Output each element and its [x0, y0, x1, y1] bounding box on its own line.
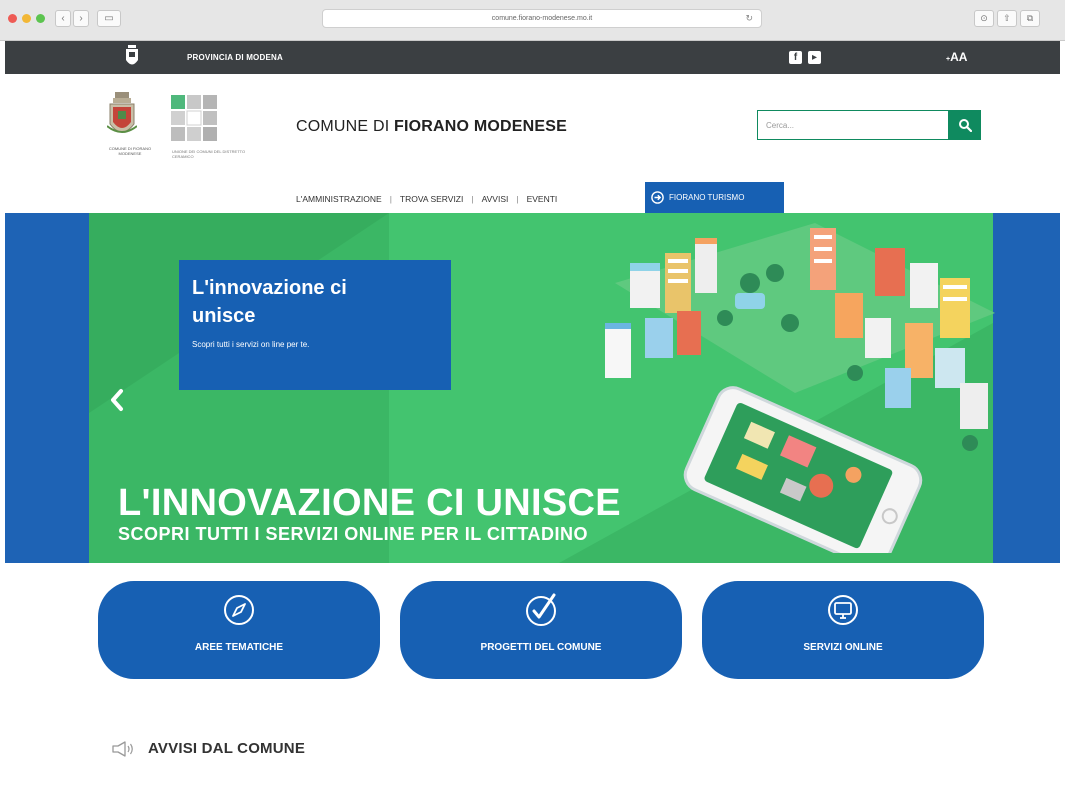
nav-fiorano-turismo-label: FIORANO TURISMO — [669, 193, 745, 202]
union-caption: UNIONE DEI COMUNI DEL DISTRETTO CERAMICO — [172, 149, 246, 159]
aree-tematiche-label: AREE TEMATICHE — [194, 642, 284, 653]
hero-subheadline: SCOPRI TUTTI I SERVIZI ONLINE PER IL CIT… — [118, 524, 589, 544]
servizi-online-label: SERVIZI ONLINE — [803, 642, 883, 653]
reload-icon[interactable]: ↻ — [745, 10, 753, 27]
province-link[interactable]: PROVINCIA DI MODENA — [187, 53, 283, 62]
font-size-toggle[interactable]: +AA — [946, 50, 967, 64]
nav-separator: | — [516, 194, 519, 204]
forward-button[interactable]: › — [73, 10, 89, 27]
back-button[interactable]: ‹ — [55, 10, 71, 27]
hero-card-title: L'innovazione ci unisce — [192, 277, 347, 327]
previous-slide-icon[interactable] — [105, 385, 129, 415]
crest-caption: COMUNE DI FIORANO MODENESE — [108, 146, 152, 156]
address-bar[interactable]: comune.fiorano-modenese.mo.it ↻ — [322, 9, 762, 28]
servizi-online-button[interactable]: SERVIZI ONLINE — [702, 581, 984, 679]
share-icon[interactable]: ⇧ — [997, 10, 1017, 27]
hero-headline: L'INNOVAZIONE CI UNISCE — [118, 482, 621, 524]
union-logo-icon — [171, 95, 217, 141]
search-icon — [958, 119, 972, 132]
site-title-bold: FIORANO MODENESE — [394, 118, 567, 135]
facebook-icon[interactable]: f — [789, 51, 802, 64]
zoom-window-button[interactable] — [36, 14, 45, 23]
site-title-light: COMUNE DI — [296, 118, 394, 135]
municipality-crest-icon — [107, 92, 137, 133]
nav-separator: | — [471, 194, 474, 204]
checkmark-icon — [526, 593, 556, 626]
nav-trova-servizi[interactable]: TROVA SERVIZI — [400, 194, 463, 204]
nav-eventi[interactable]: EVENTI — [527, 194, 558, 204]
search-input[interactable] — [757, 110, 948, 140]
font-size-label: AA — [950, 50, 968, 64]
province-emblem-icon — [126, 45, 138, 65]
compass-icon — [224, 595, 254, 625]
progetti-del-comune-button[interactable]: PROGETTI DEL COMUNE — [400, 581, 682, 679]
close-window-button[interactable] — [8, 14, 17, 23]
progetti-del-comune-label: PROGETTI DEL COMUNE — [480, 642, 602, 653]
hero-banner: L'innovazione ci unisce Scopri tutti i s… — [5, 213, 1060, 563]
top-bar: PROVINCIA DI MODENA f ▸ +AA — [5, 41, 1060, 74]
arrow-right-circle-icon — [651, 191, 664, 204]
tabs-icon[interactable]: ⧉ — [1020, 10, 1040, 27]
nav-separator: | — [389, 194, 392, 204]
sidebar-toggle-button[interactable]: ▭ — [97, 10, 121, 27]
hero-card[interactable]: L'innovazione ci unisce Scopri tutti i s… — [179, 260, 451, 390]
city-smartphone-illustration — [605, 223, 995, 553]
nav-fiorano-turismo[interactable]: FIORANO TURISMO — [645, 182, 784, 213]
minimize-window-button[interactable] — [22, 14, 31, 23]
avvisi-section-title: AVVISI DAL COMUNE — [148, 740, 306, 757]
monitor-icon — [828, 595, 858, 625]
nav-avvisi[interactable]: AVVISI — [482, 194, 509, 204]
youtube-icon[interactable]: ▸ — [808, 51, 821, 64]
main-nav: L'AMMINISTRAZIONE | TROVA SERVIZI | AVVI… — [296, 185, 557, 213]
search-button[interactable] — [948, 110, 981, 140]
address-text: comune.fiorano-modenese.mo.it — [491, 15, 593, 22]
megaphone-icon — [112, 741, 133, 757]
download-icon[interactable]: ⊙ — [974, 10, 994, 27]
hero-card-text: Scopri tutti i servizi on line per te. — [192, 340, 310, 349]
site-title[interactable]: COMUNE DI FIORANO MODENESE — [296, 118, 567, 136]
aree-tematiche-button[interactable]: AREE TEMATICHE — [98, 581, 380, 679]
nav-amministrazione[interactable]: L'AMMINISTRAZIONE — [296, 194, 382, 204]
browser-toolbar: ‹ › ▭ comune.fiorano-modenese.mo.it ↻ ⊙ … — [0, 0, 1065, 41]
